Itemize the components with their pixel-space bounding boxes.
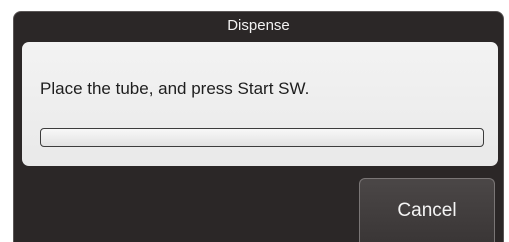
- progress-bar: [40, 128, 484, 147]
- cancel-button[interactable]: Cancel: [359, 178, 495, 242]
- dialog-title: Dispense: [227, 17, 290, 34]
- instruction-message: Place the tube, and press Start SW.: [40, 79, 310, 98]
- message-panel: Place the tube, and press Start SW.: [22, 42, 498, 166]
- dispense-dialog: Dispense Place the tube, and press Start…: [13, 11, 504, 242]
